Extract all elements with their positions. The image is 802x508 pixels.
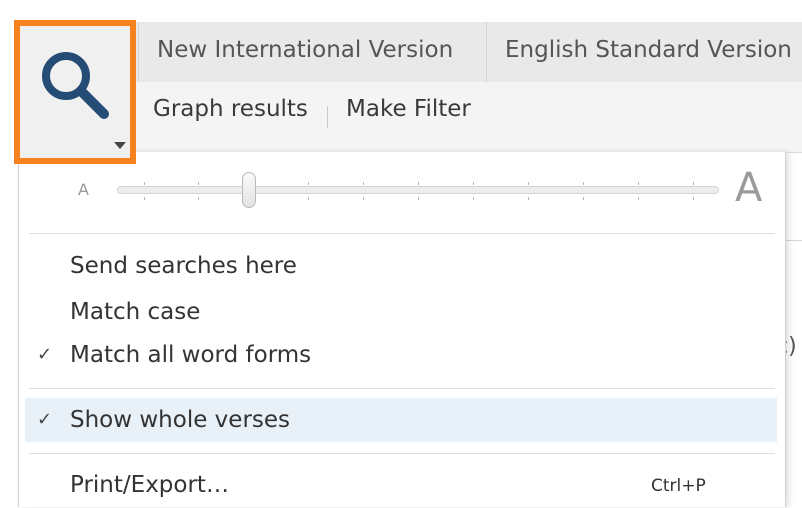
menu-item-label: Match case	[70, 299, 201, 325]
slider-tick	[144, 182, 145, 185]
slider-tick	[418, 197, 419, 200]
menu-item-send-searches-here[interactable]: Send searches here	[25, 244, 777, 288]
check-icon: ✓	[37, 344, 53, 365]
text-size-slider-thumb[interactable]	[242, 172, 257, 208]
tab-new-international-version[interactable]: New International Version	[138, 22, 486, 82]
menu-item-print-export[interactable]: Print/Export… Ctrl+P	[25, 463, 777, 507]
menu-divider	[29, 233, 775, 234]
menu-item-shortcut: Ctrl+P	[651, 476, 706, 496]
slider-tick	[583, 182, 584, 185]
slider-tick	[473, 182, 474, 185]
slider-tick	[583, 197, 584, 200]
slider-tick	[473, 197, 474, 200]
slider-tick	[144, 197, 145, 200]
text-size-slider[interactable]	[117, 182, 719, 200]
toolbar-separator	[327, 106, 328, 128]
slider-tick	[363, 182, 364, 185]
slider-tick	[198, 182, 199, 185]
menu-item-label: Print/Export…	[70, 472, 229, 498]
slider-tick	[198, 197, 199, 200]
menu-item-label: Show whole verses	[70, 407, 291, 433]
magnifier-icon	[42, 52, 109, 119]
dropdown-arrow-icon	[114, 142, 126, 149]
slider-tick	[418, 182, 419, 185]
menu-item-match-case[interactable]: Match case	[25, 290, 777, 334]
search-options-menu: A A Send searches here Match case ✓ Matc…	[18, 152, 786, 507]
make-filter-button[interactable]: Make Filter	[346, 96, 471, 122]
menu-item-show-whole-verses[interactable]: ✓ Show whole verses	[25, 398, 777, 442]
slider-tick	[638, 197, 639, 200]
slider-tick	[363, 197, 364, 200]
search-options-button[interactable]	[14, 20, 136, 164]
menu-divider	[29, 453, 775, 454]
menu-item-match-all-word-forms[interactable]: ✓ Match all word forms	[25, 333, 777, 377]
slider-tick	[308, 182, 309, 185]
slider-tick	[308, 197, 309, 200]
menu-item-label: Match all word forms	[70, 342, 312, 368]
slider-tick	[638, 182, 639, 185]
zoom-small-a-label: A	[78, 180, 89, 199]
menu-divider	[29, 388, 775, 389]
slider-tick	[693, 182, 694, 185]
zoom-large-a-label: A	[735, 165, 763, 211]
slider-tick	[528, 197, 529, 200]
graph-results-button[interactable]: Graph results	[153, 96, 308, 122]
tab-english-standard-version[interactable]: English Standard Version	[486, 22, 802, 82]
check-icon: ✓	[37, 409, 53, 430]
menu-item-label: Send searches here	[70, 253, 297, 279]
slider-tick	[528, 182, 529, 185]
slider-tick	[693, 197, 694, 200]
